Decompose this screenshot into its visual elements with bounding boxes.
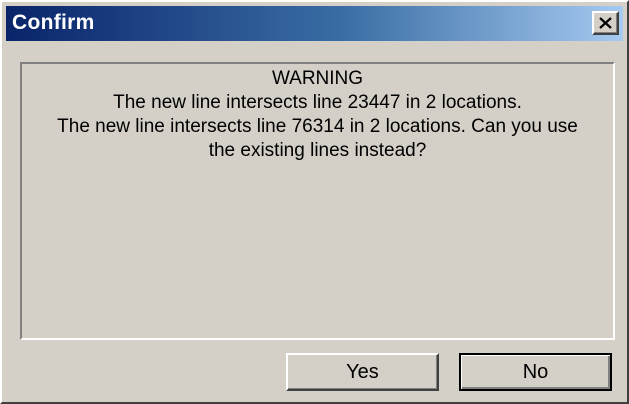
message-line: The new line intersects line 76314 in 2 … xyxy=(57,116,578,137)
window-title: Confirm xyxy=(12,11,95,34)
yes-button[interactable]: Yes xyxy=(286,353,439,391)
close-button[interactable] xyxy=(592,11,619,35)
no-button[interactable]: No xyxy=(459,353,612,391)
message-line: The new line intersects line 23447 in 2 … xyxy=(113,92,522,113)
confirm-dialog: Confirm WARNING The new line intersects … xyxy=(0,0,629,404)
message-panel: WARNING The new line intersects line 234… xyxy=(20,62,615,340)
warning-heading: WARNING xyxy=(271,68,364,89)
title-bar[interactable]: Confirm xyxy=(6,6,623,41)
message-line: the existing lines instead? xyxy=(208,140,427,161)
close-icon xyxy=(599,17,612,29)
